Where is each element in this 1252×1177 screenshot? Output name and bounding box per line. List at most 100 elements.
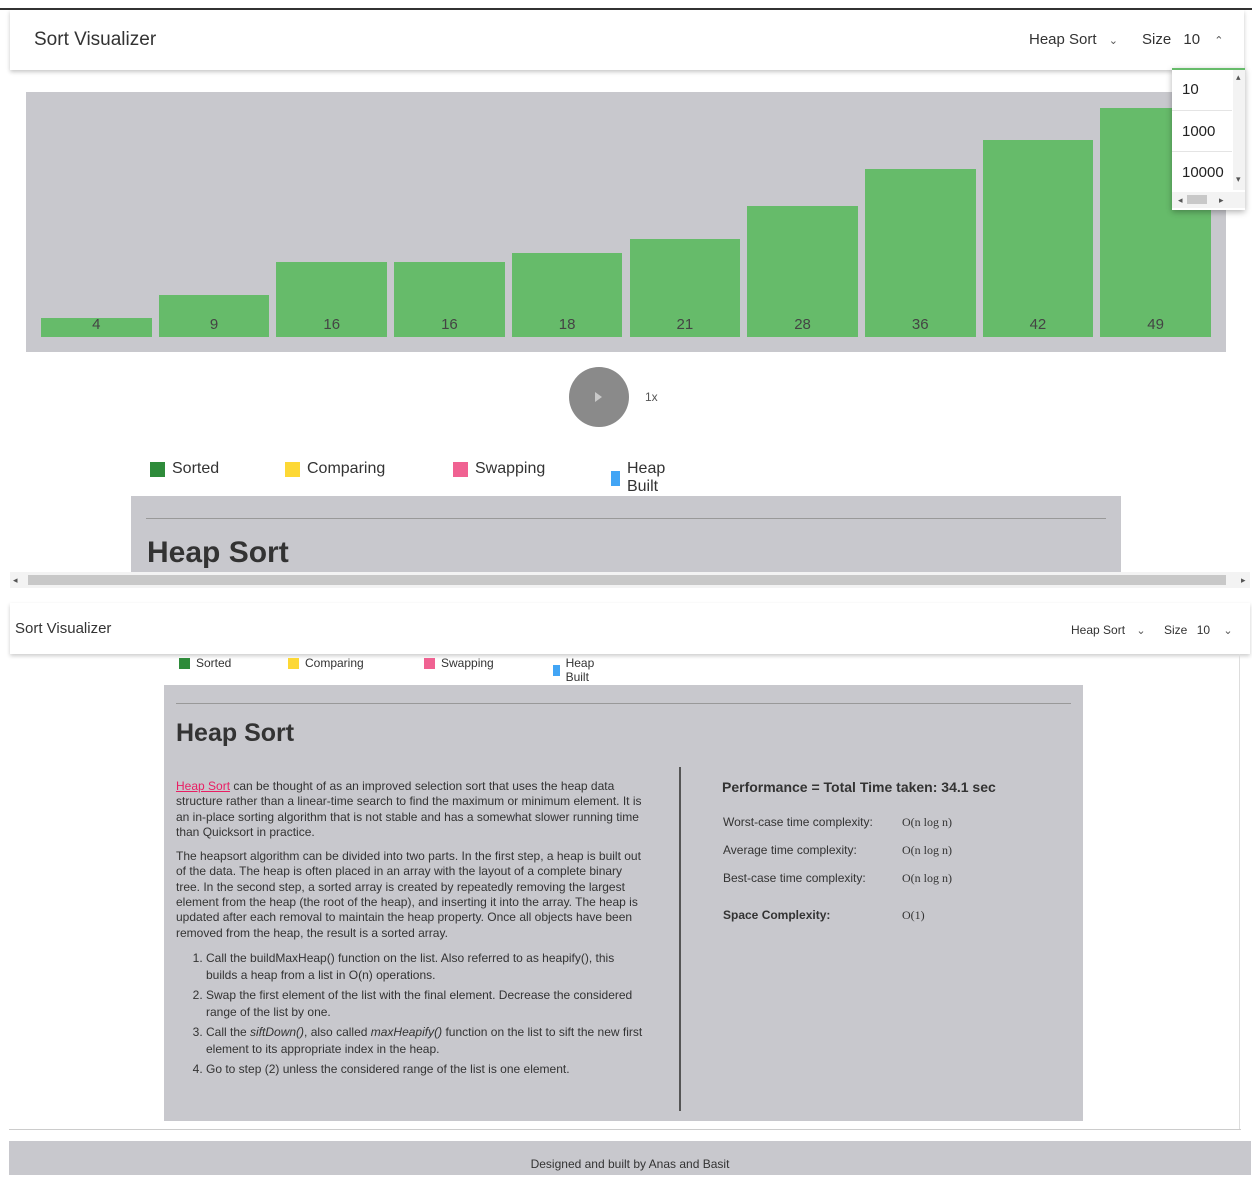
step-emphasis: siftDown() xyxy=(250,1024,305,1039)
dropdown-scrollbar[interactable]: ▴ ▾ xyxy=(1233,70,1245,190)
scroll-up-icon[interactable]: ▴ xyxy=(1236,72,1241,83)
step-emphasis: maxHeapify() xyxy=(370,1024,443,1039)
chart-bar xyxy=(864,168,976,337)
size-option-10000[interactable]: 10000 xyxy=(1182,164,1224,181)
size-label: Size xyxy=(1142,31,1172,48)
bar-value-label: 49 xyxy=(1147,316,1164,333)
legend-swatch xyxy=(553,664,560,676)
size-select[interactable]: Size 10 ⌃ xyxy=(1142,31,1223,48)
legend-swatch xyxy=(150,461,165,477)
scroll-left-icon[interactable]: ◂ xyxy=(13,575,18,586)
best-case-value: O(n log n) xyxy=(902,871,952,885)
intro-text: can be thought of as an improved selecti… xyxy=(176,779,642,839)
average-case-value: O(n log n) xyxy=(902,843,952,857)
chevron-down-icon: ⌄ xyxy=(1108,35,1118,47)
legend-label: Comparing xyxy=(305,656,364,670)
legend-label: Comparing xyxy=(307,460,386,477)
info-title: Heap Sort xyxy=(147,536,289,569)
legend-swatch xyxy=(288,657,299,669)
footer: Designed and built by Anas and Basit xyxy=(9,1141,1251,1175)
scroll-right-icon[interactable]: ▸ xyxy=(1219,195,1224,206)
info-panel: Heap Sort xyxy=(131,496,1121,572)
step-item: Call the siftDown(), also called maxHeap… xyxy=(206,1024,646,1058)
scroll-right-icon[interactable]: ▸ xyxy=(1241,575,1246,586)
bar-value-label: 21 xyxy=(676,316,694,333)
legend-item-comparing: Comparing xyxy=(285,460,385,478)
space-complexity-value: O(1) xyxy=(902,908,925,922)
space-complexity-label: Space Complexity: xyxy=(723,908,831,922)
legend-item-swapping: Swapping xyxy=(424,656,494,670)
size-value: 10 xyxy=(1183,31,1201,48)
app-bar: Sort Visualizer Heap Sort ⌄ Size 10 ⌃ xyxy=(10,10,1244,70)
worst-case-label: Worst-case time complexity: xyxy=(723,815,873,829)
intro-paragraph: Heap Sort can be thought of as an improv… xyxy=(176,779,646,840)
algorithm-select-label: Heap Sort xyxy=(1029,31,1097,48)
divider xyxy=(9,1129,1241,1130)
scroll-down-icon[interactable]: ▾ xyxy=(1236,174,1241,185)
worst-case-value: O(n log n) xyxy=(902,815,952,829)
bar-value-label: 4 xyxy=(92,316,101,333)
performance-title: Performance = Total Time taken: 34.1 sec xyxy=(722,779,996,795)
size-select[interactable]: Size 10 ⌄ xyxy=(1164,623,1233,637)
bar-value-label: 16 xyxy=(323,316,341,333)
description-paragraph: The heapsort algorithm can be divided in… xyxy=(176,849,641,940)
info-panel-full: Heap Sort Heap Sort can be thought of as… xyxy=(164,685,1083,1121)
divider xyxy=(1172,151,1232,152)
step-item: Go to step (2) unless the considered ran… xyxy=(206,1061,646,1078)
bar-value-label: 9 xyxy=(209,316,219,333)
app-bar-scrolled: Sort Visualizer Heap Sort ⌄ Size 10 ⌄ xyxy=(10,603,1250,654)
legend-label: Sorted xyxy=(172,460,220,477)
size-label: Size xyxy=(1164,623,1188,637)
legend-swatch xyxy=(285,461,300,477)
step-text: Call the xyxy=(206,1024,251,1039)
divider xyxy=(146,518,1106,519)
app-title[interactable]: Sort Visualizer xyxy=(15,620,111,637)
legend-swatch xyxy=(453,461,468,477)
size-dropdown-menu[interactable]: 10 1000 10000 ▴ ▾ ◂ ▸ xyxy=(1172,68,1245,210)
play-icon xyxy=(595,392,602,402)
legend-label: Sorted xyxy=(196,656,232,670)
footer-text: Designed and built by Anas and Basit xyxy=(530,1157,730,1171)
chevron-up-icon: ⌃ xyxy=(1214,35,1224,47)
legend-label: Swapping xyxy=(441,656,494,670)
bar-value-label: 36 xyxy=(911,316,929,333)
legend-item-heap-built: Heap Built xyxy=(553,656,599,684)
legend-swatch xyxy=(611,470,620,486)
size-option-1000[interactable]: 1000 xyxy=(1182,123,1215,140)
scroll-left-icon[interactable]: ◂ xyxy=(1178,195,1183,206)
bar-value-label: 28 xyxy=(794,316,811,333)
play-button[interactable] xyxy=(569,367,629,427)
legend-item-sorted: Sorted xyxy=(179,656,231,670)
average-case-label: Average time complexity: xyxy=(723,843,857,857)
algorithm-description: Heap Sort can be thought of as an improv… xyxy=(176,779,646,1081)
scroll-thumb[interactable] xyxy=(1187,195,1207,204)
heap-sort-link[interactable]: Heap Sort xyxy=(176,779,230,793)
bar-value-label: 18 xyxy=(558,316,576,333)
size-option-10[interactable]: 10 xyxy=(1182,81,1199,98)
steps-list: Call the buildMaxHeap() function on the … xyxy=(176,950,646,1078)
algorithm-select-label: Heap Sort xyxy=(1071,623,1126,637)
legend-item-sorted: Sorted xyxy=(150,460,219,478)
step-item: Call the buildMaxHeap() function on the … xyxy=(206,950,646,984)
column-divider xyxy=(679,767,681,1111)
algorithm-select[interactable]: Heap Sort ⌄ xyxy=(1029,31,1118,48)
size-value: 10 xyxy=(1196,623,1211,637)
chart-bar xyxy=(982,140,1094,337)
info-title: Heap Sort xyxy=(176,719,295,747)
step-text: , also called xyxy=(304,1024,371,1039)
divider xyxy=(176,703,1071,704)
legend-label: Swapping xyxy=(475,460,546,477)
chevron-down-icon: ⌄ xyxy=(1136,625,1146,637)
legend-item-swapping: Swapping xyxy=(453,460,545,478)
divider xyxy=(1172,110,1232,111)
legend-swatch xyxy=(424,657,435,669)
scrollbar-thumb[interactable] xyxy=(28,575,1226,585)
algorithm-select[interactable]: Heap Sort ⌄ xyxy=(1071,623,1146,637)
speed-control[interactable]: 1x xyxy=(645,390,658,404)
legend-label: Heap Built xyxy=(565,656,595,684)
best-case-label: Best-case time complexity: xyxy=(723,871,866,885)
app-title[interactable]: Sort Visualizer xyxy=(34,29,156,51)
bar-value-label: 16 xyxy=(441,316,458,333)
legend-swatch xyxy=(179,657,190,669)
dropdown-hscrollbar[interactable]: ◂ ▸ xyxy=(1172,192,1245,208)
